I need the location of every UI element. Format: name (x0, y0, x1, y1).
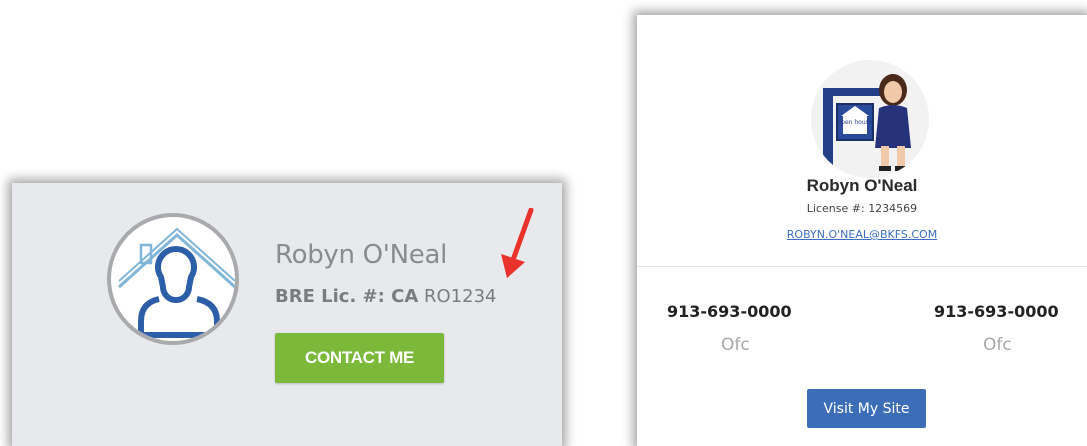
red-arrow-icon (501, 208, 534, 278)
divider (637, 266, 1087, 267)
phone-label: Ofc (983, 335, 1012, 355)
license-label: BRE Lic. #: CA (275, 286, 419, 307)
license-line: BRE Lic. #: CA RO1234 (275, 286, 496, 307)
contact-me-button[interactable]: CONTACT ME (275, 333, 444, 383)
house-person-icon (107, 213, 239, 345)
phone-label: Ofc (721, 335, 750, 355)
license-line: License #: 1234569 (637, 202, 1087, 215)
license-label: License #: (806, 202, 865, 215)
phone-number[interactable]: 913-693-0000 (667, 302, 792, 321)
agent-name: Robyn O'Neal (275, 240, 448, 270)
agent-card-left: Robyn O'Neal BRE Lic. #: CA RO1234 CONTA… (12, 183, 562, 446)
email-link[interactable]: ROBYN.O'NEAL@BKFS.COM (637, 228, 1087, 241)
visit-my-site-button[interactable]: Visit My Site (807, 389, 926, 428)
license-number: 1234569 (868, 202, 918, 215)
phone-number[interactable]: 913-693-0000 (934, 302, 1059, 321)
agent-card-right: open house Robyn O'Neal License #: 12345… (637, 15, 1087, 446)
agent-photo: open house (811, 60, 929, 178)
license-number: RO1234 (423, 286, 497, 307)
agent-name: Robyn O'Neal (806, 176, 918, 195)
sign-text: open house (838, 119, 873, 126)
